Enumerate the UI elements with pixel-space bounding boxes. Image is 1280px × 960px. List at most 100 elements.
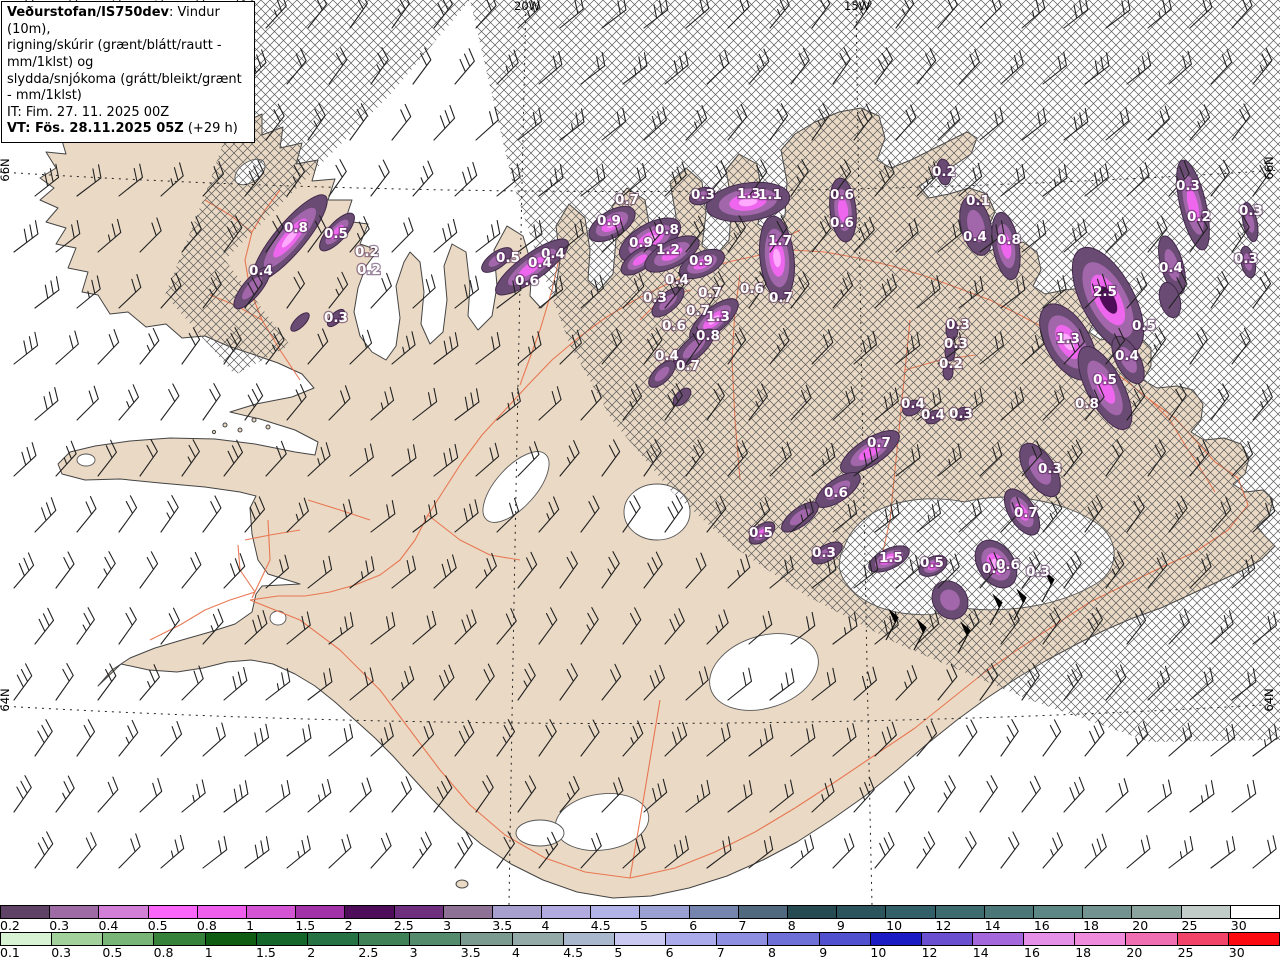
snow-scale-bar: [0, 905, 1280, 919]
scale-tick-label: 18: [1075, 945, 1092, 960]
scale-cell: [788, 906, 838, 918]
precip-value-label: 0.7: [867, 435, 891, 451]
scale-cell: [1033, 906, 1084, 918]
scale-tick-label: 4: [541, 918, 550, 933]
scale-cell: [410, 933, 462, 945]
precip-value-label: 0.7: [615, 192, 639, 208]
scale-cell: [52, 933, 104, 945]
scale-cell: [1, 906, 51, 918]
precip-value-label: 0.2: [932, 164, 956, 180]
precip-value-label: 0.6: [830, 215, 854, 231]
scale-tick-label: 0.4: [98, 918, 119, 933]
scale-cell: [666, 933, 718, 945]
scale-cell: [591, 906, 641, 918]
info-line-2: rigning/skúrir (grænt/blátt/rautt - mm/1…: [7, 38, 222, 70]
scale-cell: [99, 906, 149, 918]
scale-cell: [345, 906, 395, 918]
scale-cell: [738, 906, 788, 918]
scale-tick-label: 8: [787, 918, 796, 933]
precip-value-label: 0.3: [1038, 461, 1062, 477]
precip-value-label: 0.2: [939, 356, 963, 372]
scale-tick-label: 3.5: [460, 945, 481, 960]
precip-value-label: 2.5: [1093, 284, 1117, 300]
scale-tick-label: 0.3: [51, 945, 72, 960]
info-line-1: Veðurstofan/IS750dev: Vindur (10m),: [7, 5, 220, 37]
precip-value-label: 0.6: [996, 557, 1020, 573]
scale-cell: [563, 933, 615, 945]
precip-value-label: 0.7: [769, 290, 793, 306]
precip-value-label: 0.8: [284, 220, 308, 236]
scale-cell: [689, 906, 739, 918]
scale-tick-label: 1.5: [256, 945, 276, 960]
scale-tick-label: 0.1: [0, 945, 20, 960]
precip-value-label: 0.3: [1026, 564, 1050, 580]
scale-cell: [154, 933, 206, 945]
scale-tick-label: 14: [984, 918, 1001, 933]
scale-tick-label: 8: [768, 945, 776, 960]
precip-value-label: 0.4: [963, 229, 987, 245]
precip-value-label: 0.2: [355, 244, 379, 260]
precip-value-label: 0.3: [324, 310, 348, 326]
scale-cell: [246, 906, 297, 918]
precip-value-label: 0.9: [689, 253, 713, 269]
scale-cell: [717, 933, 769, 945]
precip-value-label: 0.7: [676, 358, 700, 374]
precip-value-label: 0.6: [515, 273, 539, 289]
precip-value-label: 0.8: [655, 222, 679, 238]
precip-value-label: 0.4: [1159, 260, 1183, 276]
precip-value-label: 0.5: [920, 555, 944, 571]
scale-tick-label: 12: [921, 945, 938, 960]
scale-cell: [837, 906, 887, 918]
scale-tick-label: 2.5: [358, 945, 379, 960]
precip-value-label: 0.3: [1176, 178, 1200, 194]
scale-cell: [1177, 933, 1229, 945]
scale-tick-label: 18: [1083, 918, 1099, 933]
scale-cell: [1083, 906, 1133, 918]
precip-value-label: 0.3: [691, 187, 715, 203]
scale-tick-label: 2: [344, 918, 353, 933]
precip-value-label: 1.7: [768, 233, 792, 249]
scale-tick-label: 3.5: [492, 918, 513, 933]
graticule-label: 66N: [1262, 156, 1276, 179]
scale-cell: [1228, 933, 1279, 945]
scale-tick-label: 20: [1126, 945, 1143, 960]
rain-scale-bar: [0, 932, 1280, 946]
scale-tick-label: 1: [246, 918, 255, 933]
precip-value-label: 0.4: [1115, 348, 1139, 364]
graticule-label: 20W: [514, 0, 540, 13]
scale-tick-label: 6: [689, 918, 698, 933]
scale-cell: [886, 906, 936, 918]
precip-value-label: 0.5: [496, 250, 520, 266]
scale-tick-label: 10: [886, 918, 903, 933]
scale-tick-label: 5: [640, 918, 648, 933]
precip-value-label: 0.9: [629, 235, 653, 251]
scale-tick-label: 7: [738, 918, 747, 933]
init-time: IT: Fim. 27. 11. 2025 00Z: [7, 104, 170, 120]
precip-value-label: 0.6: [830, 187, 854, 203]
scale-tick-label: 5: [614, 945, 623, 960]
scale-tick-label: 20: [1132, 918, 1149, 933]
scale-cell: [148, 906, 198, 918]
scale-cell: [870, 933, 922, 945]
precip-value-label: 0.2: [357, 262, 381, 278]
scale-cell: [205, 933, 257, 945]
precip-value-label: 0.5: [1132, 318, 1156, 334]
precip-value-label: 1.1: [758, 187, 782, 203]
scale-cell: [103, 933, 155, 945]
scale-cell: [394, 906, 444, 918]
scale-tick-label: 4.5: [590, 918, 611, 933]
scale-cell: [1132, 906, 1182, 918]
scale-tick-label: 9: [819, 945, 828, 960]
scale-cell: [50, 906, 100, 918]
valid-time: VT: Fös. 28.11.2025 05Z (+29 h): [7, 121, 238, 137]
scale-tick-label: 0.3: [49, 918, 70, 933]
scale-cell: [307, 933, 360, 945]
scale-tick-label: 3: [443, 918, 452, 933]
precip-value-label: 0.3: [812, 545, 836, 561]
precip-value-label: 0.8: [1075, 396, 1099, 412]
precip-value-label: 0.6: [824, 485, 848, 501]
precip-value-label: 0.3: [946, 317, 970, 333]
graticule-label: 64N: [0, 688, 12, 711]
scale-cell: [296, 906, 346, 918]
scale-tick-label: 30: [1228, 945, 1245, 960]
